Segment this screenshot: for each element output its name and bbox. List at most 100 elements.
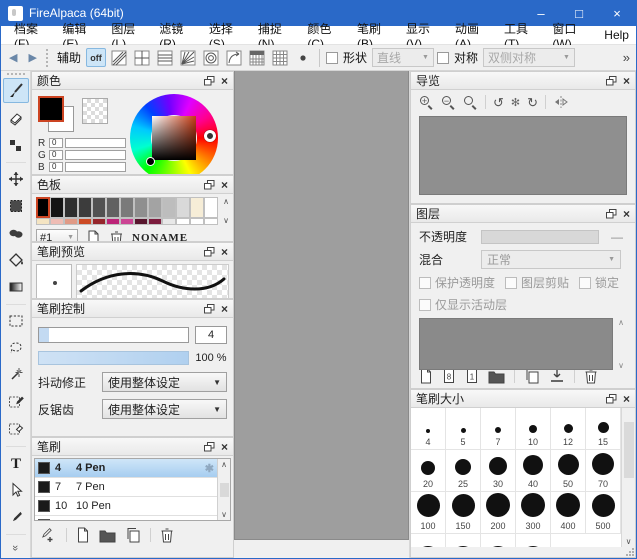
lock-option[interactable]: 锁定 xyxy=(579,274,619,291)
close-button[interactable]: × xyxy=(598,0,636,26)
brush-size-cell[interactable]: 4 xyxy=(411,408,446,450)
float-panel-icon[interactable] xyxy=(204,180,215,190)
toolbar-overflow-icon[interactable]: » xyxy=(623,50,632,65)
snap-settings-dot-icon[interactable] xyxy=(293,48,313,67)
palette-swatch[interactable] xyxy=(50,197,64,218)
palette-swatch[interactable] xyxy=(106,218,120,225)
new-palette-icon[interactable] xyxy=(86,230,101,243)
snap-horizontal-icon[interactable] xyxy=(155,48,175,67)
brush-size-cell[interactable]: 12 xyxy=(551,408,586,450)
g-slider[interactable] xyxy=(65,150,126,160)
brush-size-cell[interactable]: 5 xyxy=(446,408,481,450)
brush-size-cell[interactable]: 40 xyxy=(516,450,551,492)
palette-swatch[interactable] xyxy=(78,218,92,225)
snap-grid-ruled-icon[interactable] xyxy=(247,48,267,67)
b-value-input[interactable]: 0 xyxy=(49,162,63,172)
float-panel-icon[interactable] xyxy=(204,247,215,257)
brush-opacity-slider[interactable] xyxy=(38,351,189,365)
brush-size-cell[interactable]: 15 xyxy=(586,408,621,450)
rotate-left-icon[interactable]: ↺ xyxy=(493,96,504,109)
scroll-thumb[interactable] xyxy=(624,422,634,478)
toolstrip-drag-handle[interactable] xyxy=(7,73,25,75)
float-panel-icon[interactable] xyxy=(606,394,617,404)
brush-tool[interactable] xyxy=(3,78,29,103)
close-panel-icon[interactable]: × xyxy=(221,441,228,453)
snap-grid-icon[interactable] xyxy=(270,48,290,67)
new-brush-icon[interactable] xyxy=(76,527,90,543)
palette-swatch[interactable] xyxy=(64,197,78,218)
gradient-tool[interactable] xyxy=(3,274,29,299)
pen-tool[interactable] xyxy=(3,504,29,529)
palette-swatch[interactable] xyxy=(50,218,64,225)
add-brush-icon[interactable] xyxy=(40,527,57,543)
close-panel-icon[interactable]: × xyxy=(623,393,630,405)
lasso-select-tool[interactable] xyxy=(3,335,29,360)
layer-scroll-down-icon[interactable]: ∨ xyxy=(618,361,624,370)
brush-list-item[interactable]: 10 10 Pen xyxy=(35,497,217,516)
brush-size-cell[interactable]: 25 xyxy=(446,450,481,492)
eraser-tool[interactable] xyxy=(3,105,29,130)
palette-swatch[interactable] xyxy=(190,218,204,225)
close-panel-icon[interactable]: × xyxy=(221,246,228,258)
palette-swatch[interactable] xyxy=(204,218,218,225)
menu-item[interactable]: Help xyxy=(597,28,636,42)
scroll-down-icon[interactable]: ∨ xyxy=(221,510,227,519)
rect-select-tool[interactable] xyxy=(3,308,29,333)
select-eraser-tool[interactable] xyxy=(3,416,29,441)
brush-size-cell[interactable]: 30 xyxy=(481,450,516,492)
layer-opacity-slider[interactable] xyxy=(481,230,599,244)
symmetry-select[interactable]: 双侧对称▼ xyxy=(483,48,575,67)
g-value-input[interactable]: 0 xyxy=(49,150,63,160)
palette-swatch[interactable] xyxy=(176,218,190,225)
canvas[interactable] xyxy=(234,71,409,540)
palette-swatch[interactable] xyxy=(120,197,134,218)
antialias-select[interactable]: 使用整体设定▼ xyxy=(102,399,227,419)
show-active-only-option[interactable]: 仅显示活动层 xyxy=(419,296,507,313)
brush-size-cell[interactable] xyxy=(481,534,516,547)
text-tool[interactable]: T xyxy=(3,450,29,475)
zoom-out-icon[interactable]: − xyxy=(441,95,456,110)
brush-size-cell[interactable]: 10 xyxy=(516,408,551,450)
palette-swatch[interactable] xyxy=(176,197,190,218)
symmetry-checkbox[interactable] xyxy=(437,52,449,64)
layer-scroll-up-icon[interactable]: ∧ xyxy=(618,318,624,327)
brush-size-cell[interactable]: 200 xyxy=(481,492,516,534)
layer-folder-icon[interactable] xyxy=(488,369,505,384)
palette-swatch[interactable] xyxy=(120,218,134,225)
brush-list-item[interactable]: 4 4 Pen ✱ xyxy=(35,459,217,478)
brush-size-input[interactable]: 4 xyxy=(195,326,227,344)
palette-swatch[interactable] xyxy=(204,197,218,218)
palette-swatch[interactable] xyxy=(162,218,176,225)
brush-size-cell[interactable]: 150 xyxy=(446,492,481,534)
delete-palette-icon[interactable] xyxy=(109,230,124,243)
rotate-right-icon[interactable]: ↻ xyxy=(527,96,538,109)
scroll-down-icon[interactable]: ∨ xyxy=(626,537,632,546)
color-wheel[interactable] xyxy=(130,94,218,175)
palette-swatch[interactable] xyxy=(92,197,106,218)
palette-swatch[interactable] xyxy=(106,197,120,218)
r-value-input[interactable]: 0 xyxy=(49,138,63,148)
undo-icon[interactable]: ◀ xyxy=(5,51,21,64)
brush-size-cell[interactable]: 400 xyxy=(551,492,586,534)
clipping-checkbox[interactable] xyxy=(505,277,517,289)
delete-brush-icon[interactable] xyxy=(160,527,174,543)
palette-swatch[interactable] xyxy=(162,197,176,218)
snap-curve-icon[interactable] xyxy=(224,48,244,67)
layer-list[interactable] xyxy=(419,318,613,370)
palette-swatch[interactable] xyxy=(78,197,92,218)
select-pen-tool[interactable] xyxy=(3,389,29,414)
reset-rotation-icon[interactable]: ✻ xyxy=(511,96,520,109)
saturation-value-box[interactable] xyxy=(152,116,196,160)
bucket-tool[interactable] xyxy=(3,247,29,272)
duplicate-brush-icon[interactable] xyxy=(125,527,141,543)
foreground-color-swatch[interactable] xyxy=(38,96,64,122)
float-panel-icon[interactable] xyxy=(204,76,215,86)
float-panel-icon[interactable] xyxy=(606,209,617,219)
flip-horizontal-icon[interactable] xyxy=(553,95,569,109)
palette-swatch[interactable] xyxy=(64,218,78,225)
shape-select[interactable]: 直线▼ xyxy=(372,48,434,67)
palette-swatch[interactable] xyxy=(134,218,148,225)
close-panel-icon[interactable]: × xyxy=(221,75,228,87)
close-panel-icon[interactable]: × xyxy=(623,208,630,220)
lock-checkbox[interactable] xyxy=(579,277,591,289)
